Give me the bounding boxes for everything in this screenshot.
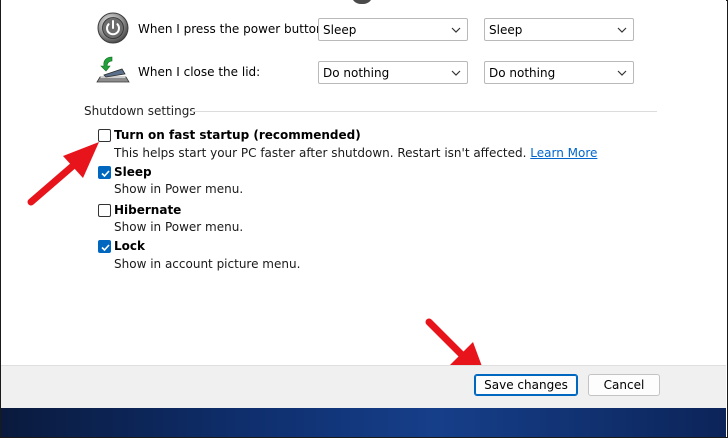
select-value: Sleep (323, 23, 357, 37)
chevron-down-icon (617, 70, 627, 76)
desktop-wallpaper-strip (1, 408, 726, 437)
save-changes-button[interactable]: Save changes (474, 374, 578, 396)
chevron-down-icon (451, 70, 461, 76)
power-button-on-battery-select[interactable]: Sleep (318, 18, 468, 41)
shutdown-settings-heading: Shutdown settings (84, 104, 196, 118)
hibernate-description: Show in Power menu. (114, 220, 244, 234)
section-divider (191, 111, 657, 112)
checkmark-icon (101, 244, 110, 252)
system-settings-panel: When I press the power button: Sleep Sle… (1, 0, 726, 380)
select-value: Do nothing (323, 66, 390, 80)
close-lid-label: When I close the lid: (138, 65, 261, 79)
select-value: Do nothing (489, 66, 556, 80)
close-lid-plugged-in-select[interactable]: Do nothing (484, 61, 634, 84)
hibernate-label: Hibernate (114, 203, 182, 217)
select-value: Sleep (489, 23, 523, 37)
fast-startup-label: Turn on fast startup (recommended) (114, 128, 361, 142)
sleep-description: Show in Power menu. (114, 182, 244, 196)
close-lid-on-battery-select[interactable]: Do nothing (318, 61, 468, 84)
lock-label: Lock (114, 239, 145, 253)
lock-description: Show in account picture menu. (114, 257, 301, 271)
power-button-icon (97, 12, 129, 44)
fast-startup-description-text: This helps start your PC faster after sh… (114, 146, 527, 160)
header-graphic-fragment (351, 0, 373, 4)
fast-startup-description: This helps start your PC faster after sh… (114, 145, 597, 161)
power-button-plugged-in-select[interactable]: Sleep (484, 18, 634, 41)
laptop-lid-icon (96, 55, 130, 87)
power-button-label: When I press the power button: (138, 22, 328, 36)
chevron-down-icon (451, 27, 461, 33)
learn-more-link[interactable]: Learn More (530, 146, 597, 160)
cancel-button[interactable]: Cancel (588, 374, 660, 396)
chevron-down-icon (617, 27, 627, 33)
dialog-footer: Save changes Cancel (1, 365, 726, 409)
lock-checkbox[interactable] (98, 240, 111, 253)
sleep-label: Sleep (114, 165, 152, 179)
annotation-arrow-icon (27, 142, 99, 206)
